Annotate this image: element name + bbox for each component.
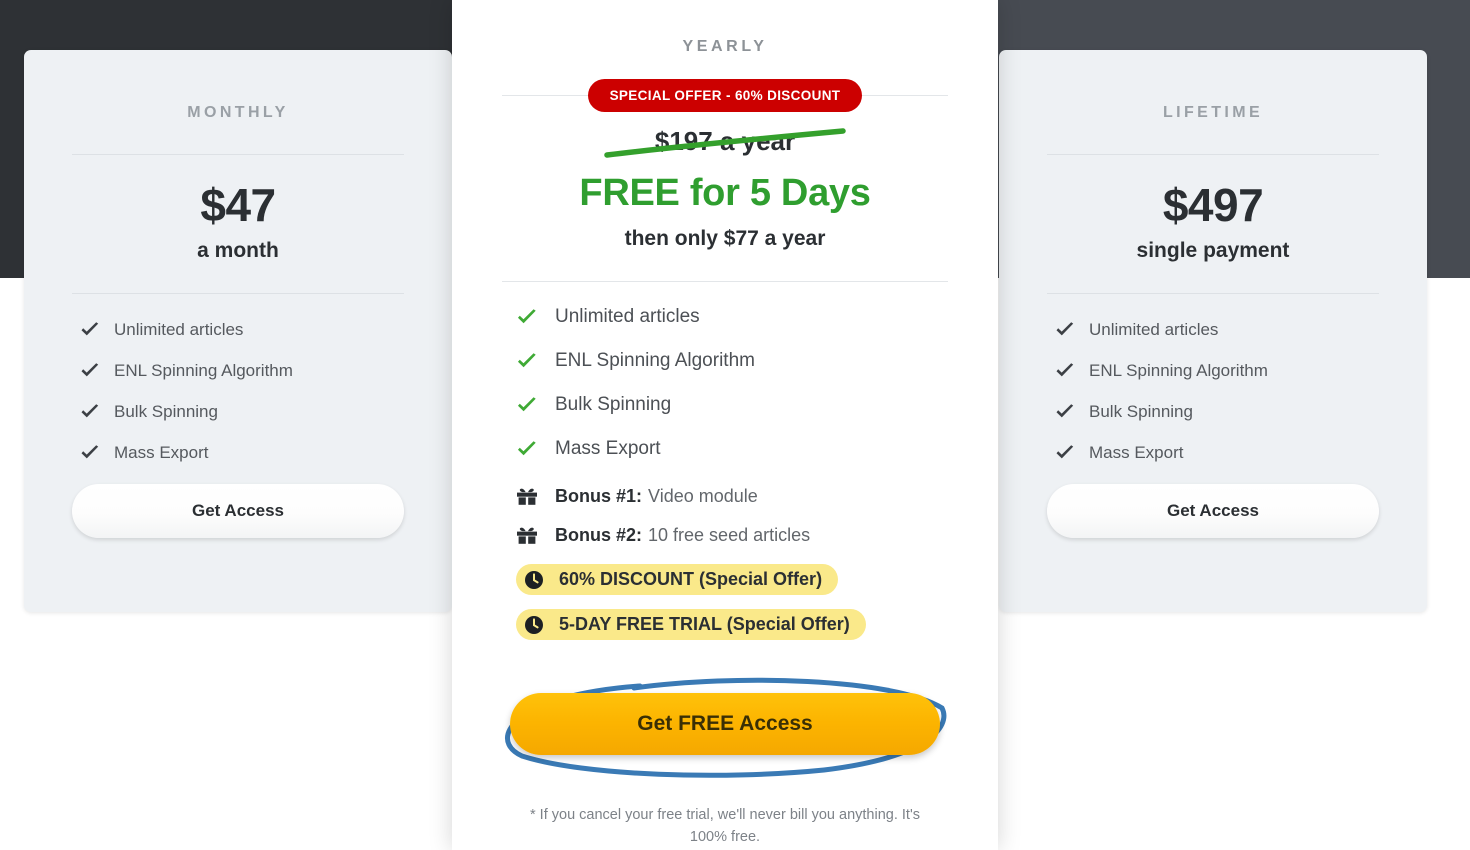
bonus-text: Video module	[648, 486, 758, 506]
bonus-list-yearly: Bonus #1: Video module Bonus #2: 10 free…	[502, 482, 948, 546]
check-icon	[80, 363, 104, 379]
check-icon	[1055, 445, 1079, 461]
price-period-lifetime: single payment	[1136, 239, 1290, 263]
gift-icon	[516, 526, 542, 546]
feature-label: Bulk Spinning	[1089, 402, 1193, 422]
check-icon	[1055, 363, 1079, 379]
bonus-label: Bonus #1:	[555, 486, 643, 506]
feature-label: Mass Export	[114, 443, 209, 463]
check-icon	[80, 404, 104, 420]
list-item: Bulk Spinning	[1055, 402, 1379, 422]
price-block-lifetime: $497 single payment	[1047, 155, 1379, 263]
check-icon	[516, 352, 542, 370]
get-access-button-lifetime[interactable]: Get Access	[1047, 484, 1379, 539]
pricing-card-yearly: YEARLY SPECIAL OFFER - 60% DISCOUNT $197…	[452, 0, 998, 850]
check-icon	[516, 308, 542, 326]
list-item: Unlimited articles	[80, 320, 404, 340]
plan-name-monthly: MONTHLY	[187, 104, 289, 121]
feature-label: Bulk Spinning	[114, 402, 218, 422]
list-item: ENL Spinning Algorithm	[1055, 361, 1379, 381]
feature-list-monthly: Unlimited articles ENL Spinning Algorith…	[72, 294, 404, 463]
feature-list-yearly: Unlimited articles ENL Spinning Algorith…	[502, 282, 948, 460]
list-item: Mass Export	[516, 438, 948, 460]
list-item: Bulk Spinning	[516, 394, 948, 416]
pricing-card-lifetime: LIFETIME $497 single payment Unlimited a…	[999, 50, 1427, 612]
old-price: $197 a year	[654, 126, 796, 156]
list-item: ENL Spinning Algorithm	[80, 361, 404, 381]
feature-label: Mass Export	[1089, 443, 1184, 463]
check-icon	[80, 445, 104, 461]
list-item: Bonus #2: 10 free seed articles	[516, 525, 948, 546]
highlight-label: 5-DAY FREE TRIAL (Special Offer)	[559, 614, 850, 634]
get-free-access-button[interactable]: Get FREE Access	[510, 693, 940, 755]
plan-name-yearly: YEARLY	[682, 38, 768, 55]
check-icon	[516, 396, 542, 414]
clock-icon	[524, 615, 548, 635]
special-offer-badge[interactable]: SPECIAL OFFER - 60% DISCOUNT	[587, 78, 863, 112]
feature-label: Unlimited articles	[114, 320, 244, 340]
list-item: Bulk Spinning	[80, 402, 404, 422]
get-access-button-monthly[interactable]: Get Access	[72, 484, 404, 539]
check-icon	[80, 322, 104, 338]
check-icon	[516, 440, 542, 458]
bonus-text: 10 free seed articles	[648, 525, 811, 545]
gift-icon	[516, 487, 542, 507]
highlight-label: 60% DISCOUNT (Special Offer)	[559, 569, 823, 589]
trial-footnote: * If you cancel your free trial, we'll n…	[530, 807, 920, 846]
price-period-monthly: a month	[197, 239, 279, 263]
highlight-badge-trial: 5-DAY FREE TRIAL (Special Offer)	[516, 609, 866, 640]
price-amount-monthly: $47	[200, 179, 276, 231]
feature-label: ENL Spinning Algorithm	[555, 350, 755, 371]
old-price-wrapper: $197 a year	[502, 126, 948, 162]
list-item: Unlimited articles	[1055, 320, 1379, 340]
highlight-badge-discount: 60% DISCOUNT (Special Offer)	[516, 564, 839, 595]
price-block-monthly: $47 a month	[72, 155, 404, 263]
feature-label: ENL Spinning Algorithm	[1089, 361, 1268, 381]
then-only-price: then only $77 a year	[624, 227, 826, 250]
check-icon	[1055, 404, 1079, 420]
bonus-label: Bonus #2:	[555, 525, 643, 545]
highlight-list-yearly: 60% DISCOUNT (Special Offer) 5-DAY FREE …	[502, 564, 948, 654]
free-trial-headline: FREE for 5 Days	[579, 172, 871, 214]
check-icon	[1055, 322, 1079, 338]
plan-name-lifetime: LIFETIME	[1162, 104, 1264, 121]
clock-icon	[524, 570, 548, 590]
list-item: Mass Export	[1055, 443, 1379, 463]
feature-label: Bulk Spinning	[555, 394, 672, 415]
list-item: Mass Export	[80, 443, 404, 463]
feature-label: ENL Spinning Algorithm	[114, 361, 293, 381]
feature-label: Mass Export	[555, 438, 661, 459]
price-amount-lifetime: $497	[1162, 179, 1264, 231]
cta-wrapper: Get FREE Access	[502, 672, 948, 782]
feature-label: Unlimited articles	[555, 306, 700, 327]
pricing-card-monthly: MONTHLY $47 a month Unlimited articles E…	[24, 50, 452, 612]
feature-label: Unlimited articles	[1089, 320, 1219, 340]
offer-badge-row: SPECIAL OFFER - 60% DISCOUNT	[502, 78, 948, 112]
feature-list-lifetime: Unlimited articles ENL Spinning Algorith…	[1047, 294, 1379, 463]
list-item: ENL Spinning Algorithm	[516, 350, 948, 372]
list-item: Unlimited articles	[516, 306, 948, 328]
pricing-page: MONTHLY $47 a month Unlimited articles E…	[0, 0, 1470, 850]
list-item: Bonus #1: Video module	[516, 486, 948, 507]
